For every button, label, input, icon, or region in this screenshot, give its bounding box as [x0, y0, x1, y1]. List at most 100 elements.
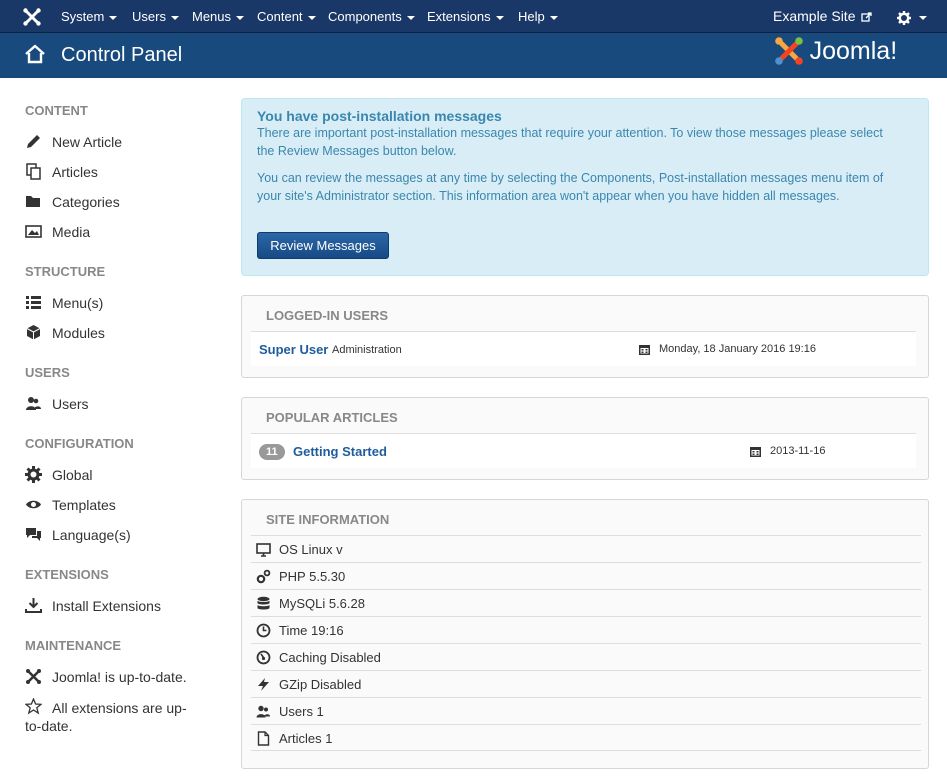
- desktop-icon: [256, 543, 271, 557]
- sidebar-section-maintenance: MAINTENANCE: [25, 638, 122, 653]
- external-link-icon: [861, 12, 873, 22]
- sidebar-item-label: Language(s): [52, 527, 131, 543]
- menu-content[interactable]: Content: [257, 0, 316, 33]
- user-role: Administration: [332, 344, 402, 356]
- menu-components[interactable]: Components: [328, 0, 415, 33]
- alert-heading: You have post-installation messages: [257, 108, 502, 124]
- list-item: MySQLi 5.6.28: [251, 589, 921, 616]
- chevron-down-icon: [495, 15, 504, 20]
- menu-components-label: Components: [328, 9, 402, 24]
- menu-users-label: Users: [132, 9, 166, 24]
- chevron-down-icon: [549, 15, 558, 20]
- list-icon: [26, 296, 41, 309]
- database-icon: [257, 596, 270, 610]
- sidebar-item-label: Menu(s): [52, 295, 104, 311]
- page-title: Control Panel: [61, 44, 183, 66]
- sidebar-item-extensions-update[interactable]: All extensions are up-to-date.: [25, 698, 215, 735]
- site-info-label: Time 19:16: [279, 623, 344, 638]
- flash-icon: [258, 678, 269, 691]
- list-item: Time 19:16: [251, 616, 921, 643]
- list-item: OS Linux v: [251, 535, 921, 562]
- calendar-icon: [750, 447, 761, 457]
- sidebar-item-label: Install Extensions: [52, 598, 161, 614]
- list-item: PHP 5.5.30: [251, 562, 921, 589]
- menu-system-label: System: [61, 9, 105, 24]
- menu-menus[interactable]: Menus: [192, 0, 245, 33]
- users-icon: [256, 705, 270, 718]
- logged-in-users-panel: LOGGED-IN USERS Super User Administratio…: [241, 295, 929, 378]
- article-date: 2013-11-16: [770, 445, 826, 457]
- panel-heading: POPULAR ARTICLES: [266, 410, 398, 425]
- menu-menus-label: Menus: [192, 9, 232, 24]
- chevron-down-icon: [109, 15, 118, 20]
- image-icon: [25, 225, 42, 238]
- file-icon: [257, 731, 270, 746]
- review-messages-button[interactable]: Review Messages: [257, 232, 389, 259]
- alert-message-2: You can review the messages at any time …: [257, 171, 884, 203]
- site-info-label: PHP 5.5.30: [279, 569, 346, 584]
- popular-articles-panel: POPULAR ARTICLES 11 Getting Started 2013…: [241, 397, 929, 480]
- copy-icon: [26, 163, 41, 180]
- sidebar-item-label: Modules: [52, 325, 105, 341]
- example-site-label: Example Site: [773, 8, 856, 24]
- site-info-label: GZip Disabled: [279, 677, 362, 692]
- chevron-down-icon: [307, 15, 316, 20]
- login-date: Monday, 18 January 2016 19:16: [659, 343, 816, 355]
- clock-icon: [256, 623, 271, 638]
- folder-icon: [26, 196, 40, 207]
- menu-users[interactable]: Users: [132, 0, 179, 33]
- panel-heading: SITE INFORMATION: [266, 512, 390, 527]
- article-link[interactable]: Getting Started: [293, 444, 387, 459]
- sidebar-item-label: Articles: [52, 164, 98, 180]
- panel-heading: LOGGED-IN USERS: [266, 308, 389, 323]
- sidebar-item-label: Joomla! is up-to-date.: [52, 669, 187, 685]
- table-row: Super User Administration Monday, 18 Jan…: [251, 331, 916, 366]
- joomla-brand-logo: Joomla!: [774, 36, 897, 66]
- star-icon: [25, 698, 42, 715]
- example-site-link[interactable]: Example Site: [773, 0, 873, 33]
- hits-badge: 11: [259, 444, 285, 460]
- chevron-down-icon: [170, 15, 179, 20]
- sidebar-section-content: CONTENT: [25, 103, 88, 118]
- list-item: Caching Disabled: [251, 643, 921, 670]
- sidebar-item-label: All extensions are up-to-date.: [25, 700, 187, 734]
- list-item: Articles 1: [251, 724, 921, 751]
- sidebar-item-label: Media: [52, 224, 91, 240]
- cube-icon: [26, 325, 41, 340]
- sidebar-item-label: Global: [52, 467, 93, 483]
- list-item: Users 1: [251, 697, 921, 724]
- chevron-down-icon: [236, 15, 245, 20]
- sidebar-item-label: Templates: [52, 497, 116, 513]
- menu-help[interactable]: Help: [518, 0, 558, 33]
- joomla-logo-icon: [775, 37, 803, 65]
- sidebar-item-label: Users: [52, 396, 89, 412]
- site-info-label: Caching Disabled: [279, 650, 381, 665]
- page-header: Control Panel Joomla!: [0, 33, 947, 78]
- list-item: GZip Disabled: [251, 670, 921, 697]
- comments-icon: [26, 528, 41, 541]
- top-navbar: System Users Menus Content Components Ex…: [0, 0, 947, 33]
- user-link[interactable]: Super User: [259, 342, 328, 357]
- menu-extensions-label: Extensions: [427, 9, 491, 24]
- menu-help-label: Help: [518, 9, 545, 24]
- menu-extensions[interactable]: Extensions: [427, 0, 504, 33]
- joomla-brand-text: Joomla!: [809, 36, 898, 65]
- cogs-icon: [256, 569, 271, 584]
- chevron-down-icon: [406, 15, 415, 20]
- post-install-alert: You have post-installation messages Ther…: [241, 98, 929, 276]
- sidebar-section-configuration: CONFIGURATION: [25, 436, 134, 451]
- sidebar-section-users: USERS: [25, 365, 70, 380]
- joomla-icon: [26, 669, 41, 684]
- joomla-logo-icon[interactable]: [22, 7, 42, 27]
- site-info-label: OS Linux v: [279, 542, 343, 557]
- user-settings-menu[interactable]: [897, 0, 927, 33]
- cog-icon: [25, 466, 42, 483]
- gear-icon: [897, 10, 911, 25]
- sidebar-section-structure: STRUCTURE: [25, 264, 106, 279]
- chevron-down-icon: [919, 15, 927, 20]
- site-info-label: MySQLi 5.6.28: [279, 596, 365, 611]
- sidebar-section-extensions: EXTENSIONS: [25, 567, 109, 582]
- sidebar-item-label: New Article: [52, 134, 123, 150]
- menu-system[interactable]: System: [61, 0, 118, 33]
- alert-message-1: There are important post-installation me…: [257, 126, 883, 158]
